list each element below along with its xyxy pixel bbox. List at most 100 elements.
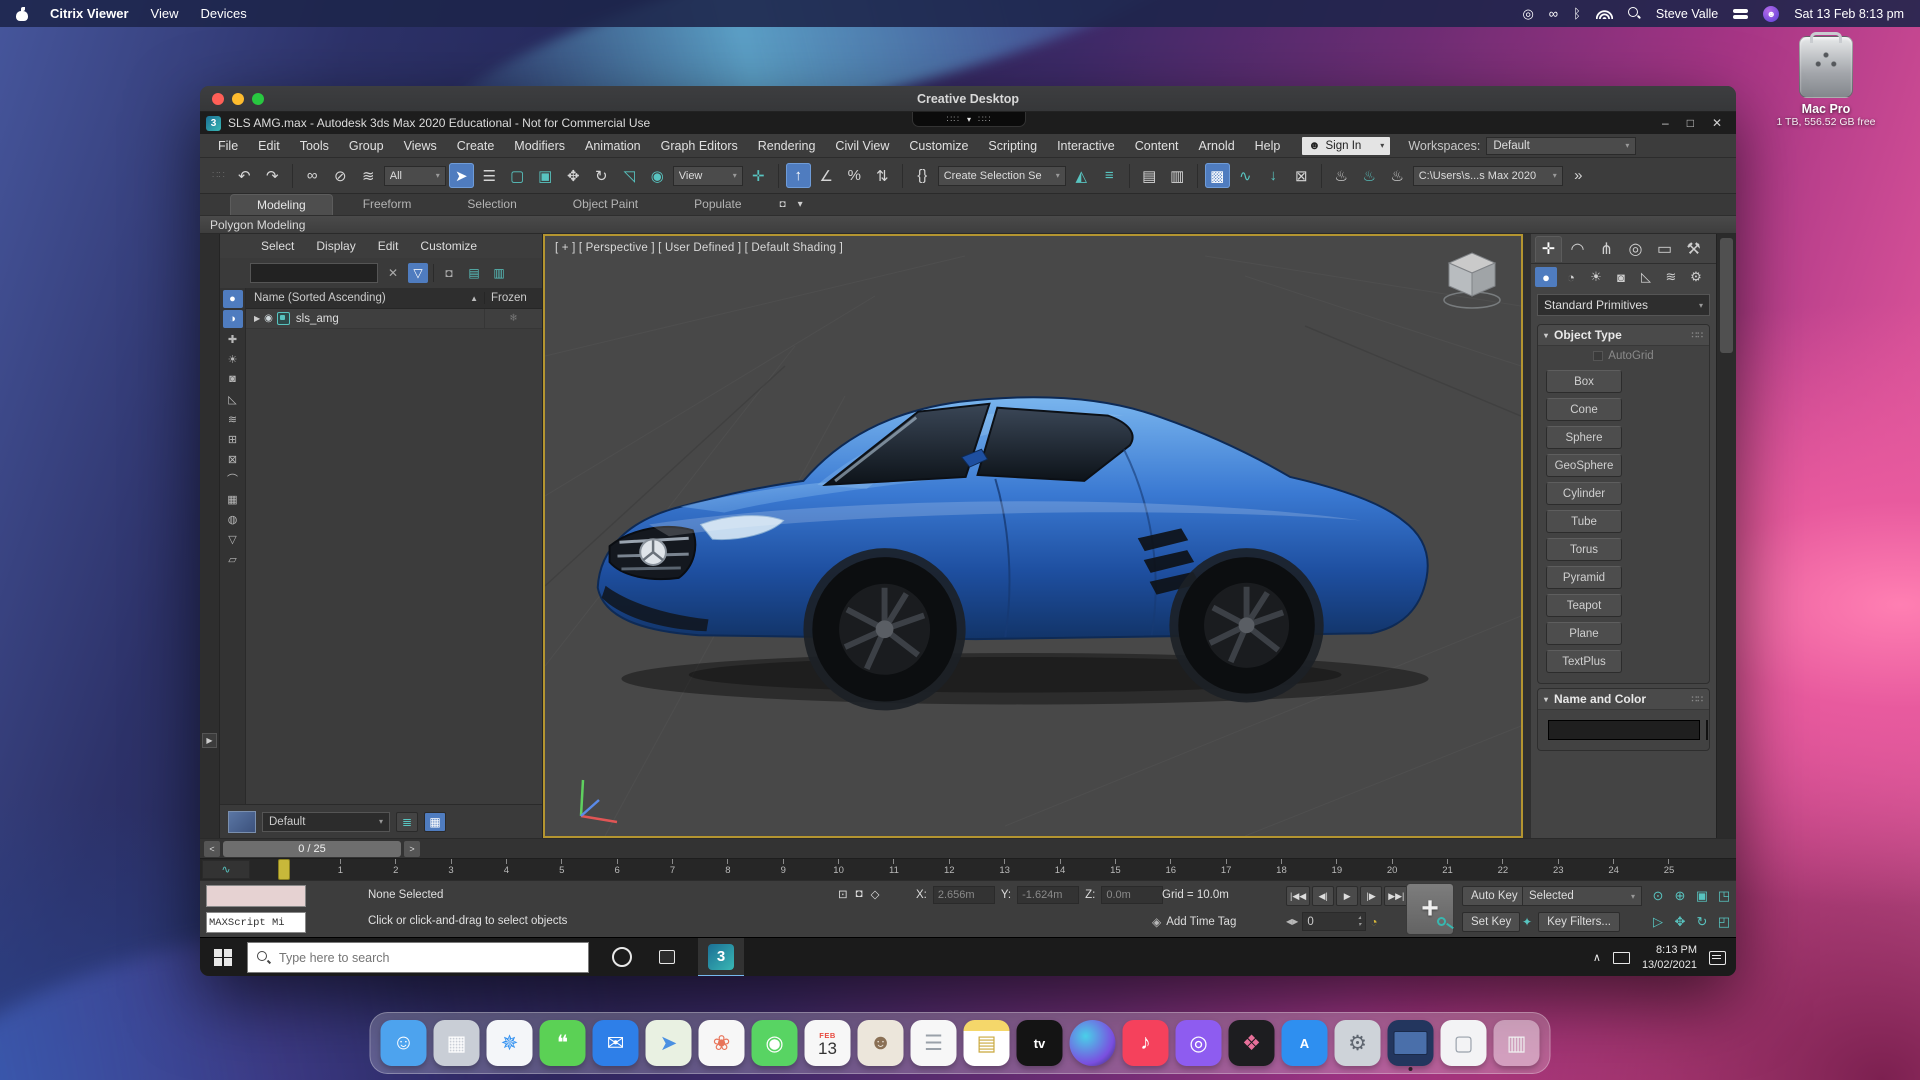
redo-icon[interactable]: ↷ bbox=[260, 163, 285, 188]
menu-devices[interactable]: Devices bbox=[200, 6, 246, 21]
cone-button[interactable]: Cone bbox=[1546, 398, 1622, 421]
sort-layers-icon[interactable]: ▥ bbox=[489, 263, 509, 283]
unlink-selection-icon[interactable]: ⊘ bbox=[328, 163, 353, 188]
ribbon-tab-selection[interactable]: Selection bbox=[441, 194, 542, 215]
transform-type-in-icon[interactable]: ◇ bbox=[871, 887, 880, 901]
object-name[interactable]: sls_amg bbox=[296, 313, 339, 325]
ribbon-tab-populate[interactable]: Populate bbox=[668, 194, 767, 215]
display-shapes-icon[interactable]: ✚ bbox=[223, 330, 243, 348]
panel-scrollbar[interactable] bbox=[1716, 234, 1736, 838]
render-production-icon[interactable]: ♨ bbox=[1329, 163, 1354, 188]
mac-pro-desktop-icon[interactable]: Mac Pro 1 TB, 556.52 GB free bbox=[1756, 36, 1896, 128]
active-app-name[interactable]: Citrix Viewer bbox=[50, 6, 129, 21]
angle-snap-toggle-icon[interactable]: ∠ bbox=[814, 163, 839, 188]
snaps-toggle-icon[interactable]: ↑ bbox=[786, 163, 811, 188]
contacts-icon[interactable]: ☻ bbox=[858, 1020, 904, 1066]
named-selection-sets-dropdown[interactable]: Create Selection Se▾ bbox=[938, 166, 1066, 186]
menu-modifiers[interactable]: Modifiers bbox=[504, 136, 575, 156]
time-configuration-icon[interactable]: ◔ bbox=[1370, 915, 1377, 929]
select-and-link-icon[interactable]: ∞ bbox=[300, 163, 325, 188]
citrix-titlebar[interactable]: Creative Desktop bbox=[200, 86, 1736, 112]
toolbar-grip-icon[interactable]: ∷∷ bbox=[212, 170, 225, 181]
create-tab-icon[interactable]: ✛ bbox=[1535, 236, 1562, 262]
user-avatar[interactable]: ☻ bbox=[1763, 6, 1779, 22]
adobe-cc-icon[interactable]: ∞ bbox=[1549, 7, 1558, 20]
current-frame-spinner[interactable]: 0 ▴▾ bbox=[1302, 912, 1366, 931]
sign-in-button[interactable]: ☻ Sign In ▾ bbox=[1302, 137, 1390, 155]
close-button[interactable]: ✕ bbox=[1712, 116, 1722, 130]
project-folder-dropdown[interactable]: C:\Users\s...s Max 2020▾ bbox=[1413, 166, 1563, 186]
menu-help[interactable]: Help bbox=[1245, 136, 1291, 156]
key-mode-dropdown[interactable]: Selected ▾ bbox=[1522, 886, 1642, 906]
menu-file[interactable]: File bbox=[208, 136, 248, 156]
select-by-name-icon[interactable]: ☰ bbox=[477, 163, 502, 188]
selection-lock-icon[interactable]: ◘ bbox=[856, 888, 863, 900]
bluetooth-icon[interactable]: ᛒ bbox=[1573, 7, 1581, 20]
toggle-scene-explorer-icon[interactable]: ▤ bbox=[1137, 163, 1162, 188]
zoom-icon[interactable]: ⊙ bbox=[1648, 886, 1668, 906]
action-center-icon[interactable] bbox=[1709, 951, 1726, 965]
search-filter-icon[interactable]: ▽ bbox=[408, 263, 428, 283]
primitive-category-dropdown[interactable]: Standard Primitives ▾ bbox=[1537, 294, 1710, 316]
spotlight-icon[interactable] bbox=[1628, 7, 1641, 20]
previous-frame-button[interactable]: < bbox=[204, 841, 220, 857]
perspective-viewport[interactable]: [ + ] [ Perspective ] [ User Defined ] [… bbox=[543, 234, 1523, 838]
menu-customize[interactable]: Customize bbox=[899, 136, 978, 156]
y-coordinate-field[interactable]: -1.624m bbox=[1017, 886, 1079, 904]
cylinder-button[interactable]: Cylinder bbox=[1546, 482, 1622, 505]
ribbon-options-icon[interactable]: ◘ bbox=[780, 199, 786, 210]
toggle-layer-explorer-icon[interactable]: ▥ bbox=[1165, 163, 1190, 188]
display-containers-icon[interactable]: ▦ bbox=[223, 490, 243, 508]
name-color-rollout-header[interactable]: ▾ Name and Color ∷∷ bbox=[1538, 689, 1709, 710]
siri-icon[interactable] bbox=[1070, 1020, 1116, 1066]
pan-icon[interactable]: ✥ bbox=[1670, 912, 1690, 932]
reminders-icon[interactable]: ☰ bbox=[911, 1020, 957, 1066]
motion-tab-icon[interactable]: ◎ bbox=[1622, 236, 1649, 262]
display-geometry-icon[interactable]: ◑ bbox=[223, 310, 243, 328]
workspace-dropdown[interactable]: Default ▾ bbox=[1486, 137, 1636, 155]
material-editor-icon[interactable]: ▩ bbox=[1205, 163, 1230, 188]
modify-tab-icon[interactable]: ◠ bbox=[1564, 236, 1591, 262]
wifi-icon[interactable] bbox=[1596, 9, 1613, 19]
finder-icon[interactable]: ☺ bbox=[381, 1020, 427, 1066]
use-pivot-point-center-icon[interactable]: ✛ bbox=[746, 163, 771, 188]
render-in-cloud-icon[interactable]: ♨ bbox=[1357, 163, 1382, 188]
object-name-field[interactable] bbox=[1548, 720, 1700, 740]
select-object-icon[interactable]: ➤ bbox=[449, 163, 474, 188]
safari-icon[interactable]: ✵ bbox=[487, 1020, 533, 1066]
menu-edit[interactable]: Edit bbox=[367, 237, 410, 255]
orbit-icon[interactable]: ↻ bbox=[1692, 912, 1712, 932]
menubar-username[interactable]: Steve Valle bbox=[1656, 7, 1718, 21]
time-slider-handle[interactable]: 0 / 25 bbox=[223, 841, 401, 857]
toolbar-overflow-icon[interactable]: » bbox=[1566, 163, 1591, 188]
window-crossing-icon[interactable]: ▣ bbox=[533, 163, 558, 188]
render-setup-icon[interactable]: ↓ bbox=[1261, 163, 1286, 188]
frozen-column-header[interactable]: Frozen bbox=[484, 292, 542, 304]
music-icon[interactable]: ♪ bbox=[1123, 1020, 1169, 1066]
mail-icon[interactable]: ✉ bbox=[593, 1020, 639, 1066]
time-slider[interactable]: < 0 / 25 > bbox=[200, 838, 1736, 858]
citrix-status-icon[interactable]: ◎ bbox=[1522, 7, 1533, 20]
zoom-extents-icon[interactable]: ▣ bbox=[1692, 886, 1712, 906]
frozen-toggle-icon[interactable]: ❄ bbox=[484, 309, 542, 328]
torus-button[interactable]: Torus bbox=[1546, 538, 1622, 561]
display-tab-icon[interactable]: ▭ bbox=[1651, 236, 1678, 262]
next-frame-button[interactable]: > bbox=[404, 841, 420, 857]
spacewarps-category-icon[interactable]: ≋ bbox=[1660, 267, 1682, 287]
search-input[interactable] bbox=[279, 951, 579, 965]
render-iterative-icon[interactable]: ♨ bbox=[1385, 163, 1410, 188]
auto-key-button[interactable]: Auto Key bbox=[1462, 886, 1527, 906]
ribbon-tab-modeling[interactable]: Modeling bbox=[230, 194, 333, 215]
playhead[interactable] bbox=[278, 859, 290, 880]
isolate-selection-icon[interactable]: ⊡ bbox=[838, 887, 848, 901]
track-bar[interactable]: ∿ 01234567891011121314151617181920212223… bbox=[200, 858, 1736, 880]
plane-button[interactable]: Plane bbox=[1546, 622, 1622, 645]
select-and-move-icon[interactable]: ✥ bbox=[561, 163, 586, 188]
messages-icon[interactable]: ❝ bbox=[540, 1020, 586, 1066]
display-cameras-icon[interactable]: ◙ bbox=[223, 370, 243, 388]
edit-named-selection-sets-icon[interactable]: {} bbox=[910, 163, 935, 188]
trash-icon[interactable]: ▥ bbox=[1494, 1020, 1540, 1066]
rectangular-selection-region-icon[interactable]: ▢ bbox=[505, 163, 530, 188]
display-bones-icon[interactable]: ⌒ bbox=[223, 470, 243, 488]
selection-filter-dropdown[interactable]: All▾ bbox=[384, 166, 446, 186]
